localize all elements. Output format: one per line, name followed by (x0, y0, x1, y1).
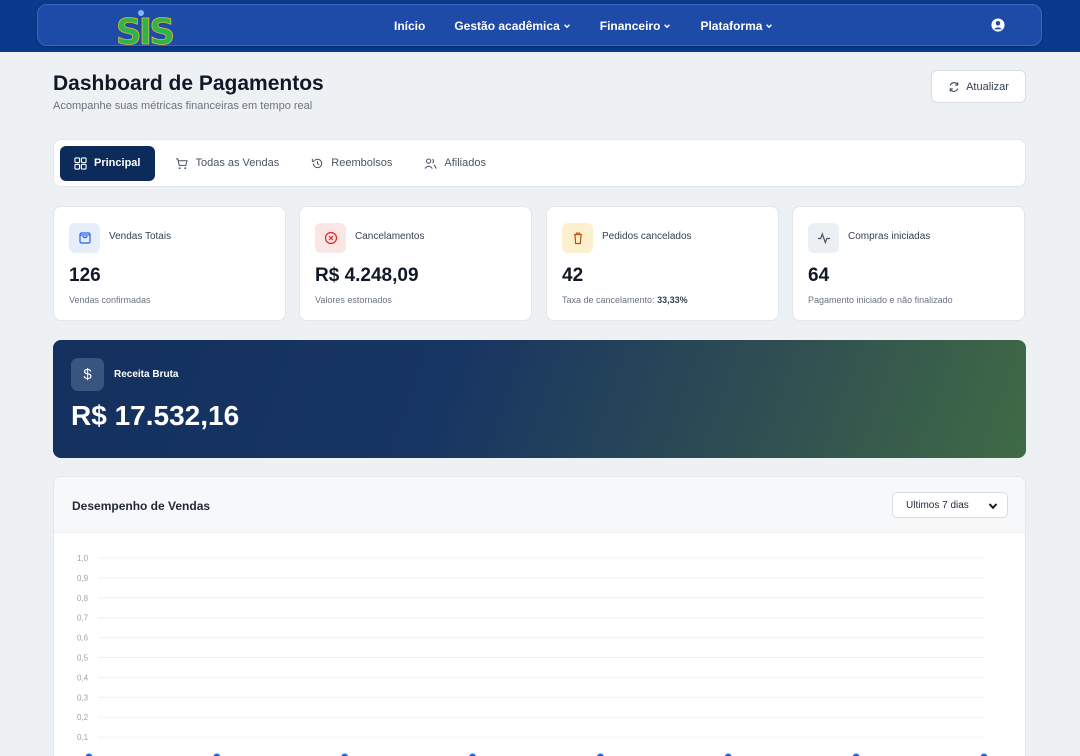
revenue-label: Receita Bruta (114, 369, 179, 380)
card-value: R$ 4.248,09 (315, 265, 419, 286)
card-subtitle: Pagamento iniciado e não finalizado (808, 295, 953, 305)
card-title: Cancelamentos (355, 231, 425, 242)
card-subtitle: Vendas confirmadas (69, 295, 151, 305)
cart-icon (176, 157, 189, 169)
tab-afiliados[interactable]: Afiliados (410, 146, 500, 181)
refresh-button[interactable]: Atualizar (931, 70, 1026, 103)
tab-label: Reembolsos (331, 157, 393, 169)
card-icon-wrapper (315, 223, 346, 253)
chart-header: Desempenho de Vendas Ultimos 7 dias (54, 477, 1025, 533)
chevron-down-icon (664, 24, 671, 29)
svg-text:SIS: SIS (116, 12, 173, 47)
tab-bar: Principal Todas as Vendas Reembolsos Afi… (53, 139, 1026, 187)
nav-links: Início Gestão acadêmica Financeiro Plata… (394, 5, 802, 47)
tab-principal[interactable]: Principal (60, 145, 156, 181)
nav-link-gestao-academica[interactable]: Gestão acadêmica (454, 19, 570, 33)
stat-card-cancelamentos: Cancelamentos R$ 4.248,09 Valores estorn… (299, 206, 532, 321)
history-icon (312, 158, 323, 168)
revenue-banner: $ Receita Bruta R$ 17.532,16 (53, 340, 1026, 458)
grid-icon (74, 156, 87, 170)
dollar-icon: $ (71, 358, 104, 391)
sis-logo[interactable]: SIS SIS (108, 9, 180, 47)
chevron-down-icon (988, 503, 998, 510)
y-tick-label: 0,2 (77, 713, 89, 722)
tab-todas-as-vendas[interactable]: Todas as Vendas (161, 146, 293, 181)
card-icon-wrapper (562, 223, 593, 253)
tab-label: Principal (94, 157, 141, 169)
nav-link-label: Início (394, 19, 426, 33)
card-title: Vendas Totais (109, 231, 172, 242)
refresh-icon (949, 81, 959, 92)
users-icon (424, 158, 437, 169)
chart-title: Desempenho de Vendas (72, 499, 211, 513)
cancel-rate: 33,33% (657, 295, 688, 305)
y-tick-label: 0,5 (77, 654, 89, 663)
y-tick-label: 0,6 (77, 634, 89, 643)
nav-link-label: Plataforma (700, 19, 763, 33)
card-value: 64 (808, 265, 830, 286)
nav-link-label: Financeiro (599, 19, 661, 33)
card-subtitle: Taxa de cancelamento: 33,33% (562, 295, 688, 305)
card-title: Pedidos cancelados (602, 231, 692, 242)
navbar: SIS SIS Início Gestão acadêmica Financei… (37, 4, 1042, 47)
card-value: 126 (69, 265, 101, 286)
page-title: Dashboard de Pagamentos (53, 72, 324, 95)
y-tick-label: 0,3 (77, 693, 89, 702)
refresh-label: Atualizar (966, 80, 1009, 93)
card-icon-wrapper (69, 223, 100, 253)
sales-chart-panel: Desempenho de Vendas Ultimos 7 dias 1,0 0… (53, 476, 1026, 756)
nav-link-plataforma[interactable]: Plataforma (700, 19, 773, 33)
period-selected-label: Ultimos 7 dias (906, 499, 969, 511)
page-subtitle: Acompanhe suas métricas financeiras em t… (53, 100, 313, 112)
card-value: 42 (562, 265, 584, 286)
y-tick-label: 0,9 (77, 574, 89, 583)
x-circle-icon (324, 231, 337, 245)
y-tick-label: 0,8 (77, 594, 89, 603)
card-subtitle-prefix: Taxa de cancelamento: (562, 295, 658, 305)
y-tick-label: 1,0 (77, 554, 89, 563)
stat-card-vendas-totais: Vendas Totais 126 Vendas confirmadas (53, 206, 286, 321)
tab-reembolsos[interactable]: Reembolsos (297, 146, 406, 181)
sales-line-chart: 1,0 0,9 0,8 0,7 0,6 0,5 0,4 0,3 0,2 0,1 (77, 554, 988, 756)
stat-card-compras-iniciadas: Compras iniciadas 64 Pagamento iniciado … (792, 206, 1025, 321)
card-icon-wrapper (808, 223, 839, 253)
nav-link-inicio[interactable]: Início (394, 19, 425, 33)
card-subtitle: Valores estornados (315, 295, 392, 305)
y-tick-label: 0,1 (77, 733, 89, 742)
nav-link-label: Gestão acadêmica (454, 19, 560, 33)
activity-icon (817, 232, 830, 245)
chevron-down-icon (766, 24, 773, 29)
y-tick-label: 0,7 (77, 614, 89, 623)
chevron-down-icon (563, 24, 570, 29)
card-title: Compras iniciadas (848, 231, 931, 242)
shopping-bag-icon (78, 232, 91, 244)
user-circle-icon[interactable] (991, 18, 1005, 32)
tab-label: Todas as Vendas (195, 157, 280, 169)
revenue-value: R$ 17.532,16 (71, 400, 240, 431)
period-select[interactable]: Ultimos 7 dias (892, 492, 1008, 518)
stat-card-pedidos-cancelados: Pedidos cancelados 42 Taxa de cancelamen… (546, 206, 779, 321)
y-tick-label: 0,4 (77, 673, 89, 682)
trash-icon (573, 232, 582, 245)
tab-label: Afiliados (444, 157, 486, 169)
nav-link-financeiro[interactable]: Financeiro (600, 19, 672, 33)
